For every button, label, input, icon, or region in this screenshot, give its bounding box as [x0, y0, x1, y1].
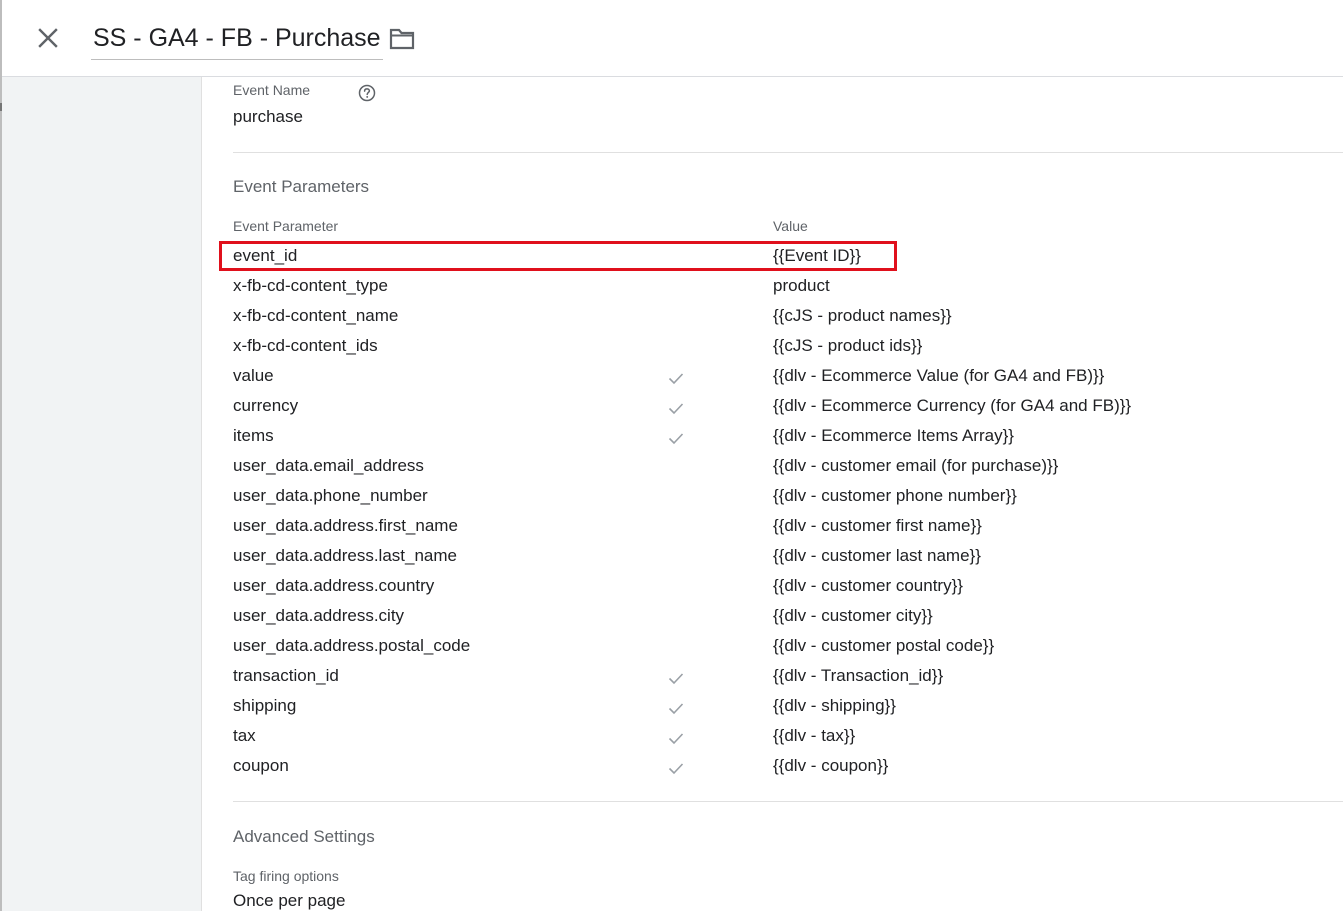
parameter-name: user_data.address.country — [233, 576, 435, 595]
parameter-value: {{Event ID}} — [773, 246, 861, 265]
help-circle-icon[interactable] — [358, 84, 376, 102]
scroll-marker — [0, 103, 2, 111]
checkmark-icon — [668, 763, 684, 775]
divider — [233, 152, 1343, 153]
table-row: tax {{dlv - tax}} — [203, 722, 1343, 752]
divider — [233, 801, 1343, 802]
close-button[interactable] — [32, 22, 64, 54]
checkmark-icon — [668, 673, 684, 685]
parameter-name: user_data.address.postal_code — [233, 636, 471, 655]
parameter-name: coupon — [233, 756, 289, 775]
parameter-name: value — [233, 366, 274, 385]
parameter-value: {{dlv - coupon}} — [773, 756, 889, 775]
parameter-value: {{dlv - Ecommerce Items Array}} — [773, 426, 1014, 445]
tag-firing-options-value: Once per page — [233, 891, 346, 910]
side-panel — [2, 77, 202, 911]
table-row: transaction_id {{dlv - Transaction_id}} — [203, 662, 1343, 692]
parameter-value: {{dlv - customer postal code}} — [773, 636, 995, 655]
table-row: currency {{dlv - Ecommerce Currency (for … — [203, 392, 1343, 422]
parameter-value: product — [773, 276, 830, 295]
parameter-name: shipping — [233, 696, 297, 715]
parameter-name: user_data.address.last_name — [233, 546, 457, 565]
parameter-value: {{dlv - customer email (for purchase)}} — [773, 456, 1059, 475]
event-name-value: purchase — [233, 107, 303, 126]
parameter-value: {{dlv - customer country}} — [773, 576, 963, 595]
parameter-value: {{dlv - Transaction_id}} — [773, 666, 944, 685]
checkmark-icon — [668, 703, 684, 715]
event-name-label: Event Name — [233, 82, 311, 98]
parameter-name: x-fb-cd-content_name — [233, 306, 399, 325]
column-header-value: Value — [773, 218, 808, 234]
event-parameters-title: Event Parameters — [233, 177, 370, 196]
folder-icon — [389, 28, 415, 50]
table-row: x-fb-cd-content_ids {{cJS - product ids}} — [203, 332, 1343, 362]
parameter-name: user_data.phone_number — [233, 486, 428, 505]
event-parameter-table: event_id {{Event ID}} x-fb-cd-content_type… — [203, 241, 1343, 782]
table-row: user_data.phone_number {{dlv - customer p… — [203, 482, 1343, 512]
tag-firing-options-label: Tag firing options — [233, 868, 339, 884]
table-row: user_data.address.city {{dlv - customer c… — [203, 602, 1343, 632]
close-icon — [38, 28, 58, 48]
parameter-name: x-fb-cd-content_type — [233, 276, 388, 295]
table-row: user_data.address.country {{dlv - custome… — [203, 572, 1343, 602]
parameter-name: x-fb-cd-content_ids — [233, 336, 378, 355]
parameter-value: {{dlv - customer first name}} — [773, 516, 982, 535]
parameter-value: {{dlv - tax}} — [773, 726, 856, 745]
editor-header: SS - GA4 - FB - Purchase — [2, 0, 1343, 77]
table-row: user_data.address.postal_code {{dlv - cus… — [203, 632, 1343, 662]
parameter-name: event_id — [233, 246, 298, 265]
parameter-value: {{cJS - product names}} — [773, 306, 952, 325]
tag-name-field[interactable]: SS - GA4 - FB - Purchase — [91, 18, 383, 60]
parameter-name: tax — [233, 726, 256, 745]
advanced-settings-title[interactable]: Advanced Settings — [233, 827, 375, 847]
parameter-name: user_data.email_address — [233, 456, 424, 475]
table-row: x-fb-cd-content_name {{cJS - product name… — [203, 302, 1343, 332]
table-row: user_data.email_address {{dlv - customer … — [203, 452, 1343, 482]
tag-configuration-panel: Event Name purchase Event Parameters Eve… — [203, 77, 1343, 911]
parameter-name: transaction_id — [233, 666, 339, 685]
checkmark-icon — [668, 373, 684, 385]
parameter-name: user_data.address.first_name — [233, 516, 458, 535]
table-row: user_data.address.last_name {{dlv - custo… — [203, 542, 1343, 572]
checkmark-icon — [668, 733, 684, 745]
parameter-name: user_data.address.city — [233, 606, 405, 625]
table-row: user_data.address.first_name {{dlv - cust… — [203, 512, 1343, 542]
table-row: event_id {{Event ID}} — [203, 241, 1343, 272]
parameter-value: {{dlv - Ecommerce Value (for GA4 and FB)… — [773, 366, 1105, 385]
column-header-parameter: Event Parameter — [233, 218, 339, 234]
table-row: coupon {{dlv - coupon}} — [203, 752, 1343, 782]
folder-button[interactable] — [388, 26, 416, 52]
parameter-name: items — [233, 426, 274, 445]
parameter-value: {{cJS - product ids}} — [773, 336, 923, 355]
checkmark-icon — [668, 403, 684, 415]
parameter-value: {{dlv - shipping}} — [773, 696, 896, 715]
parameter-value: {{dlv - customer city}} — [773, 606, 933, 625]
table-row: shipping {{dlv - shipping}} — [203, 692, 1343, 722]
event-name-block: Event Name purchase — [233, 80, 633, 130]
table-row: x-fb-cd-content_type product — [203, 272, 1343, 302]
tag-title: SS - GA4 - FB - Purchase — [93, 24, 381, 52]
parameter-name: currency — [233, 396, 299, 415]
tag-editor-window: SS - GA4 - FB - Purchase Event Name purc… — [0, 0, 1343, 911]
table-row: value {{dlv - Ecommerce Value (for GA4 an… — [203, 362, 1343, 392]
parameter-value: {{dlv - customer phone number}} — [773, 486, 1017, 505]
table-row: items {{dlv - Ecommerce Items Array}} — [203, 422, 1343, 452]
parameter-value: {{dlv - Ecommerce Currency (for GA4 and … — [773, 396, 1132, 415]
checkmark-icon — [668, 433, 684, 445]
parameter-value: {{dlv - customer last name}} — [773, 546, 981, 565]
